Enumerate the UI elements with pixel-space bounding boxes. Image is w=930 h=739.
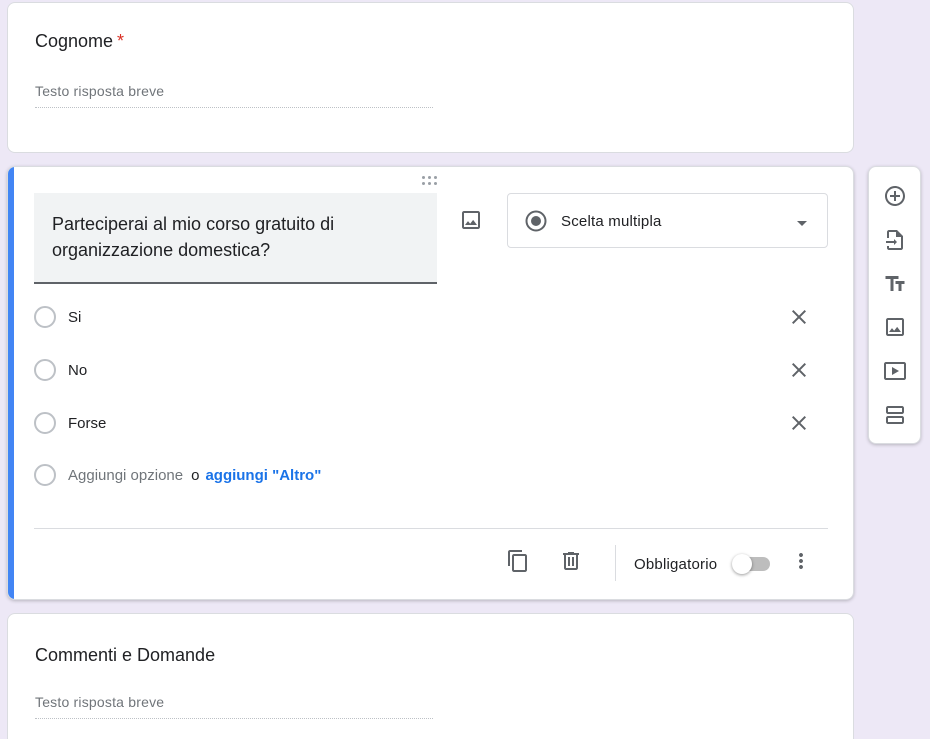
option-label[interactable]: Forse (68, 415, 106, 432)
close-icon[interactable] (787, 305, 811, 329)
question-title-text: Cognome (35, 31, 114, 51)
toggle-thumb (732, 554, 752, 574)
question-card-commenti[interactable]: Commenti e Domande Testo risposta breve (7, 613, 854, 739)
option-row: Si (34, 303, 828, 333)
radio-unchecked-icon (34, 412, 56, 434)
drag-handle-icon[interactable] (422, 175, 442, 187)
radio-unchecked-icon (34, 306, 56, 328)
copy-icon[interactable] (506, 549, 530, 573)
add-circle-icon[interactable] (883, 184, 907, 208)
short-answer-placeholder: Testo risposta breve (35, 83, 433, 108)
close-icon[interactable] (787, 411, 811, 435)
import-icon[interactable] (883, 228, 907, 252)
active-accent-bar (8, 167, 14, 599)
add-other-link[interactable]: aggiungi "Altro" (205, 467, 321, 484)
question-card-active[interactable]: Parteciperai al mio corso gratuito di or… (7, 166, 854, 600)
question-type-label: Scelta multipla (561, 213, 662, 230)
radio-unchecked-icon (34, 359, 56, 381)
question-text-input[interactable]: Parteciperai al mio corso gratuito di or… (34, 193, 437, 284)
option-row: Forse (34, 409, 828, 439)
add-option-input[interactable]: Aggiungi opzione (68, 467, 183, 484)
more-vert-icon[interactable] (789, 549, 813, 573)
image-icon[interactable] (883, 315, 907, 339)
radio-checked-icon (524, 209, 548, 233)
required-label: Obbligatorio (634, 556, 718, 573)
required-asterisk: * (117, 31, 125, 51)
section-icon[interactable] (883, 403, 907, 427)
question-title: Commenti e Domande (35, 645, 216, 665)
footer-divider (34, 528, 828, 529)
option-label[interactable]: Si (68, 309, 81, 326)
short-answer-placeholder: Testo risposta breve (35, 694, 433, 719)
floating-toolbar (868, 166, 921, 444)
footer-vertical-divider (615, 545, 616, 581)
add-or-text: o (191, 467, 200, 484)
question-title: Cognome * (35, 31, 124, 52)
radio-unchecked-icon (34, 464, 56, 486)
question-card-cognome[interactable]: Cognome * Testo risposta breve (7, 2, 854, 153)
title-icon[interactable] (883, 272, 907, 296)
video-icon[interactable] (883, 359, 907, 383)
close-icon[interactable] (787, 358, 811, 382)
add-option-row: Aggiungi opzione o aggiungi "Altro" (34, 461, 828, 491)
trash-icon[interactable] (559, 549, 583, 573)
add-option-line: Aggiungi opzione o aggiungi "Altro" (68, 467, 321, 484)
image-icon[interactable] (459, 208, 483, 232)
option-label[interactable]: No (68, 362, 87, 379)
option-row: No (34, 356, 828, 386)
question-type-dropdown[interactable]: Scelta multipla (507, 193, 828, 248)
required-toggle[interactable] (732, 552, 774, 576)
arrow-drop-down-icon (790, 211, 814, 235)
